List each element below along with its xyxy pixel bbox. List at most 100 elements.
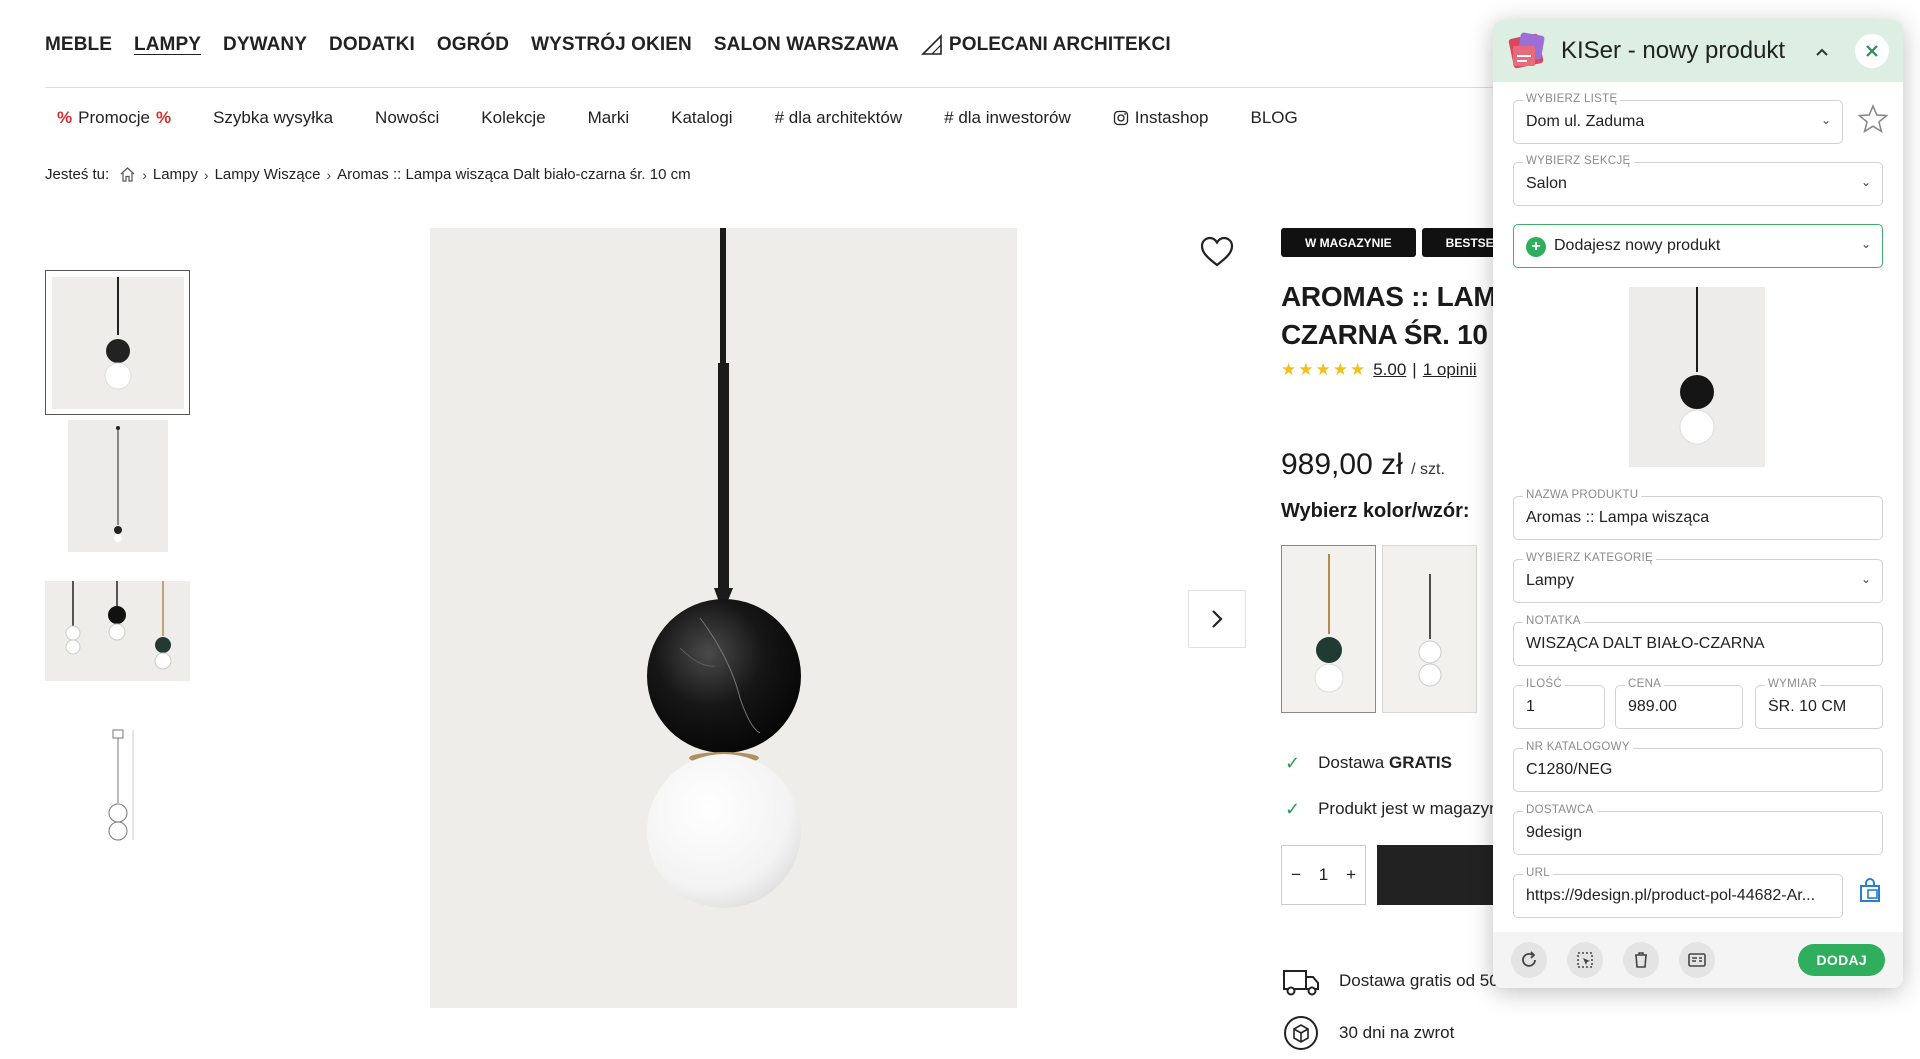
kiser-toolbar: DODAJ — [1493, 932, 1903, 988]
delivery-info: Dostawa gratis od 500 30 dni na zwrot — [1281, 955, 1508, 1059]
nav-wystroj-okien[interactable]: WYSTRÓJ OKIEN — [531, 34, 692, 56]
breadcrumb-lampy[interactable]: Lampy — [153, 166, 198, 183]
returns-row: 30 dni na zwrot — [1281, 1007, 1508, 1059]
supplier-value: 9design — [1526, 824, 1583, 841]
variant-option-white[interactable] — [1382, 545, 1477, 713]
subnav-promocje-label: Promocje — [78, 108, 150, 127]
thumbnail-4[interactable] — [45, 710, 190, 855]
delete-button[interactable] — [1623, 942, 1659, 978]
home-icon[interactable] — [119, 166, 136, 183]
url-value: https://9design.pl/product-pol-44682-Ar.… — [1526, 887, 1816, 904]
chevron-right-icon — [1212, 610, 1223, 628]
supplier-field[interactable]: DOSTAWCA 9design — [1513, 804, 1883, 855]
product-main-image[interactable] — [430, 228, 1017, 1008]
chevron-down-icon: ⌄ — [1860, 175, 1871, 189]
chevron-right-icon: › — [326, 166, 332, 183]
feature-list: ✓ Dostawa GRATIS ✓ Produkt jest w magazy… — [1285, 740, 1499, 832]
thumbnail-3[interactable] — [45, 581, 190, 681]
trash-icon — [1635, 952, 1647, 968]
chevron-up-icon — [1816, 48, 1828, 56]
price-field[interactable]: CENA 989.00 — [1615, 678, 1743, 729]
subnav-blog[interactable]: BLOG — [1251, 108, 1298, 128]
product-title-line-1: AROMAS :: LAMP — [1281, 281, 1515, 312]
subnav-nowosci[interactable]: Nowości — [375, 108, 439, 128]
check-icon: ✓ — [1285, 752, 1301, 773]
subnav-marki[interactable]: Marki — [588, 108, 630, 128]
feature-text: Produkt jest w magazyn — [1318, 799, 1499, 818]
feature-item: ✓ Dostawa GRATIS — [1285, 740, 1499, 786]
kiser-panel: KISer - nowy produkt WYBIERZ LISTĘ Dom u… — [1493, 20, 1903, 988]
subnav-instashop[interactable]: Instashop — [1113, 108, 1209, 128]
nav-dodatki[interactable]: DODATKI — [329, 34, 415, 56]
lamp-thumbnail-image — [67, 420, 168, 552]
details-button[interactable] — [1679, 942, 1715, 978]
thumbnail-2[interactable] — [45, 420, 190, 552]
section-select-label: WYBIERZ SEKCJĘ — [1523, 155, 1634, 167]
product-name-field[interactable]: NAZWA PRODUKTU Aromas :: Lampa wisząca — [1513, 489, 1883, 540]
qty-value[interactable]: 1 — [1319, 865, 1328, 885]
mode-select[interactable]: + Dodajesz nowy produkt ⌄ — [1513, 224, 1883, 268]
returns-text: 30 dni na zwrot — [1339, 1023, 1455, 1042]
category-select-value: Lampy — [1526, 572, 1575, 589]
catalog-number-field[interactable]: NR KATALOGOWY C1280/NEG — [1513, 741, 1883, 792]
set-square-icon — [920, 34, 942, 55]
nav-polecani-architekci[interactable]: POLECANI ARCHITEKCI — [920, 34, 1171, 56]
note-field[interactable]: NOTATKA WISZĄCA DALT BIAŁO-CZARNA — [1513, 615, 1883, 666]
refresh-button[interactable] — [1511, 942, 1547, 978]
quantity-field[interactable]: ILOŚĆ 1 — [1513, 678, 1605, 729]
instagram-icon — [1113, 110, 1128, 126]
rating-stars-icon: ★★★★★ — [1281, 360, 1368, 379]
subnav-dla-architektow[interactable]: # dla architektów — [775, 108, 903, 128]
list-select[interactable]: WYBIERZ LISTĘ Dom ul. Zaduma ⌄ — [1513, 93, 1843, 144]
thumbnail-1[interactable] — [45, 270, 190, 415]
open-url-button[interactable] — [1855, 877, 1885, 907]
category-select-label: WYBIERZ KATEGORIĘ — [1523, 552, 1656, 564]
dimension-field[interactable]: WYMIAR ŚR. 10 CM — [1755, 678, 1883, 729]
next-image-button[interactable] — [1188, 590, 1246, 648]
product-preview-image — [1629, 287, 1765, 467]
main-nav: MEBLE LAMPY DYWANY DODATKI OGRÓD WYSTRÓJ… — [45, 30, 1171, 60]
price-value: 989.00 — [1628, 698, 1677, 715]
lamp-thumbnail-image — [51, 276, 184, 409]
subnav-szybka-wysylka[interactable]: Szybka wysyłka — [213, 108, 333, 128]
supplier-label: DOSTAWCA — [1523, 804, 1597, 816]
feature-item: ✓ Produkt jest w magazyn — [1285, 786, 1499, 832]
delivery-row: Dostawa gratis od 500 — [1281, 955, 1508, 1007]
close-icon — [1866, 45, 1878, 57]
add-product-button[interactable]: DODAJ — [1798, 944, 1885, 976]
subnav-katalogi[interactable]: Katalogi — [671, 108, 732, 128]
category-select[interactable]: WYBIERZ KATEGORIĘ Lampy ⌄ — [1513, 552, 1883, 603]
breadcrumb-lampy-wiszace[interactable]: Lampy Wiszące — [215, 166, 321, 183]
section-select[interactable]: WYBIERZ SEKCJĘ Salon ⌄ — [1513, 155, 1883, 206]
nav-salon-warszawa[interactable]: SALON WARSZAWA — [714, 34, 899, 56]
price-label: CENA — [1625, 678, 1665, 690]
section-select-value: Salon — [1526, 175, 1567, 192]
select-area-button[interactable] — [1567, 942, 1603, 978]
product-rating: ★★★★★ 5.00 | 1 opinii — [1281, 360, 1477, 380]
close-button[interactable] — [1855, 34, 1889, 68]
refresh-icon — [1522, 951, 1536, 967]
nav-lampy[interactable]: LAMPY — [134, 34, 201, 56]
nav-dywany[interactable]: DYWANY — [223, 34, 307, 56]
url-field[interactable]: URL https://9design.pl/product-pol-44682… — [1513, 867, 1843, 918]
subnav-promocje[interactable]: % Promocje % — [57, 108, 171, 128]
subnav-kolekcje[interactable]: Kolekcje — [481, 108, 545, 128]
breadcrumb: Jesteś tu: › Lampy › Lampy Wiszące › Aro… — [45, 166, 691, 183]
quantity-stepper: − 1 + — [1281, 845, 1366, 905]
nav-ogrod[interactable]: OGRÓD — [437, 34, 509, 56]
dimension-label: WYMIAR — [1765, 678, 1821, 690]
note-value: WISZĄCA DALT BIAŁO-CZARNA — [1526, 635, 1765, 652]
add-to-cart-button[interactable] — [1377, 845, 1507, 905]
reviews-link[interactable]: 1 opinii — [1423, 360, 1477, 380]
rating-value[interactable]: 5.00 — [1373, 360, 1406, 380]
wishlist-heart-button[interactable] — [1198, 233, 1236, 271]
qty-minus-button[interactable]: − — [1291, 865, 1301, 885]
subnav-dla-inwestorow[interactable]: # dla inwestorów — [944, 108, 1071, 128]
variant-option-green[interactable] — [1281, 545, 1376, 713]
heart-icon — [1200, 236, 1234, 267]
nav-meble[interactable]: MEBLE — [45, 34, 112, 56]
variant-list — [1281, 545, 1477, 713]
qty-plus-button[interactable]: + — [1346, 865, 1356, 885]
favorite-list-button[interactable] — [1856, 103, 1890, 137]
collapse-button[interactable] — [1809, 38, 1835, 64]
